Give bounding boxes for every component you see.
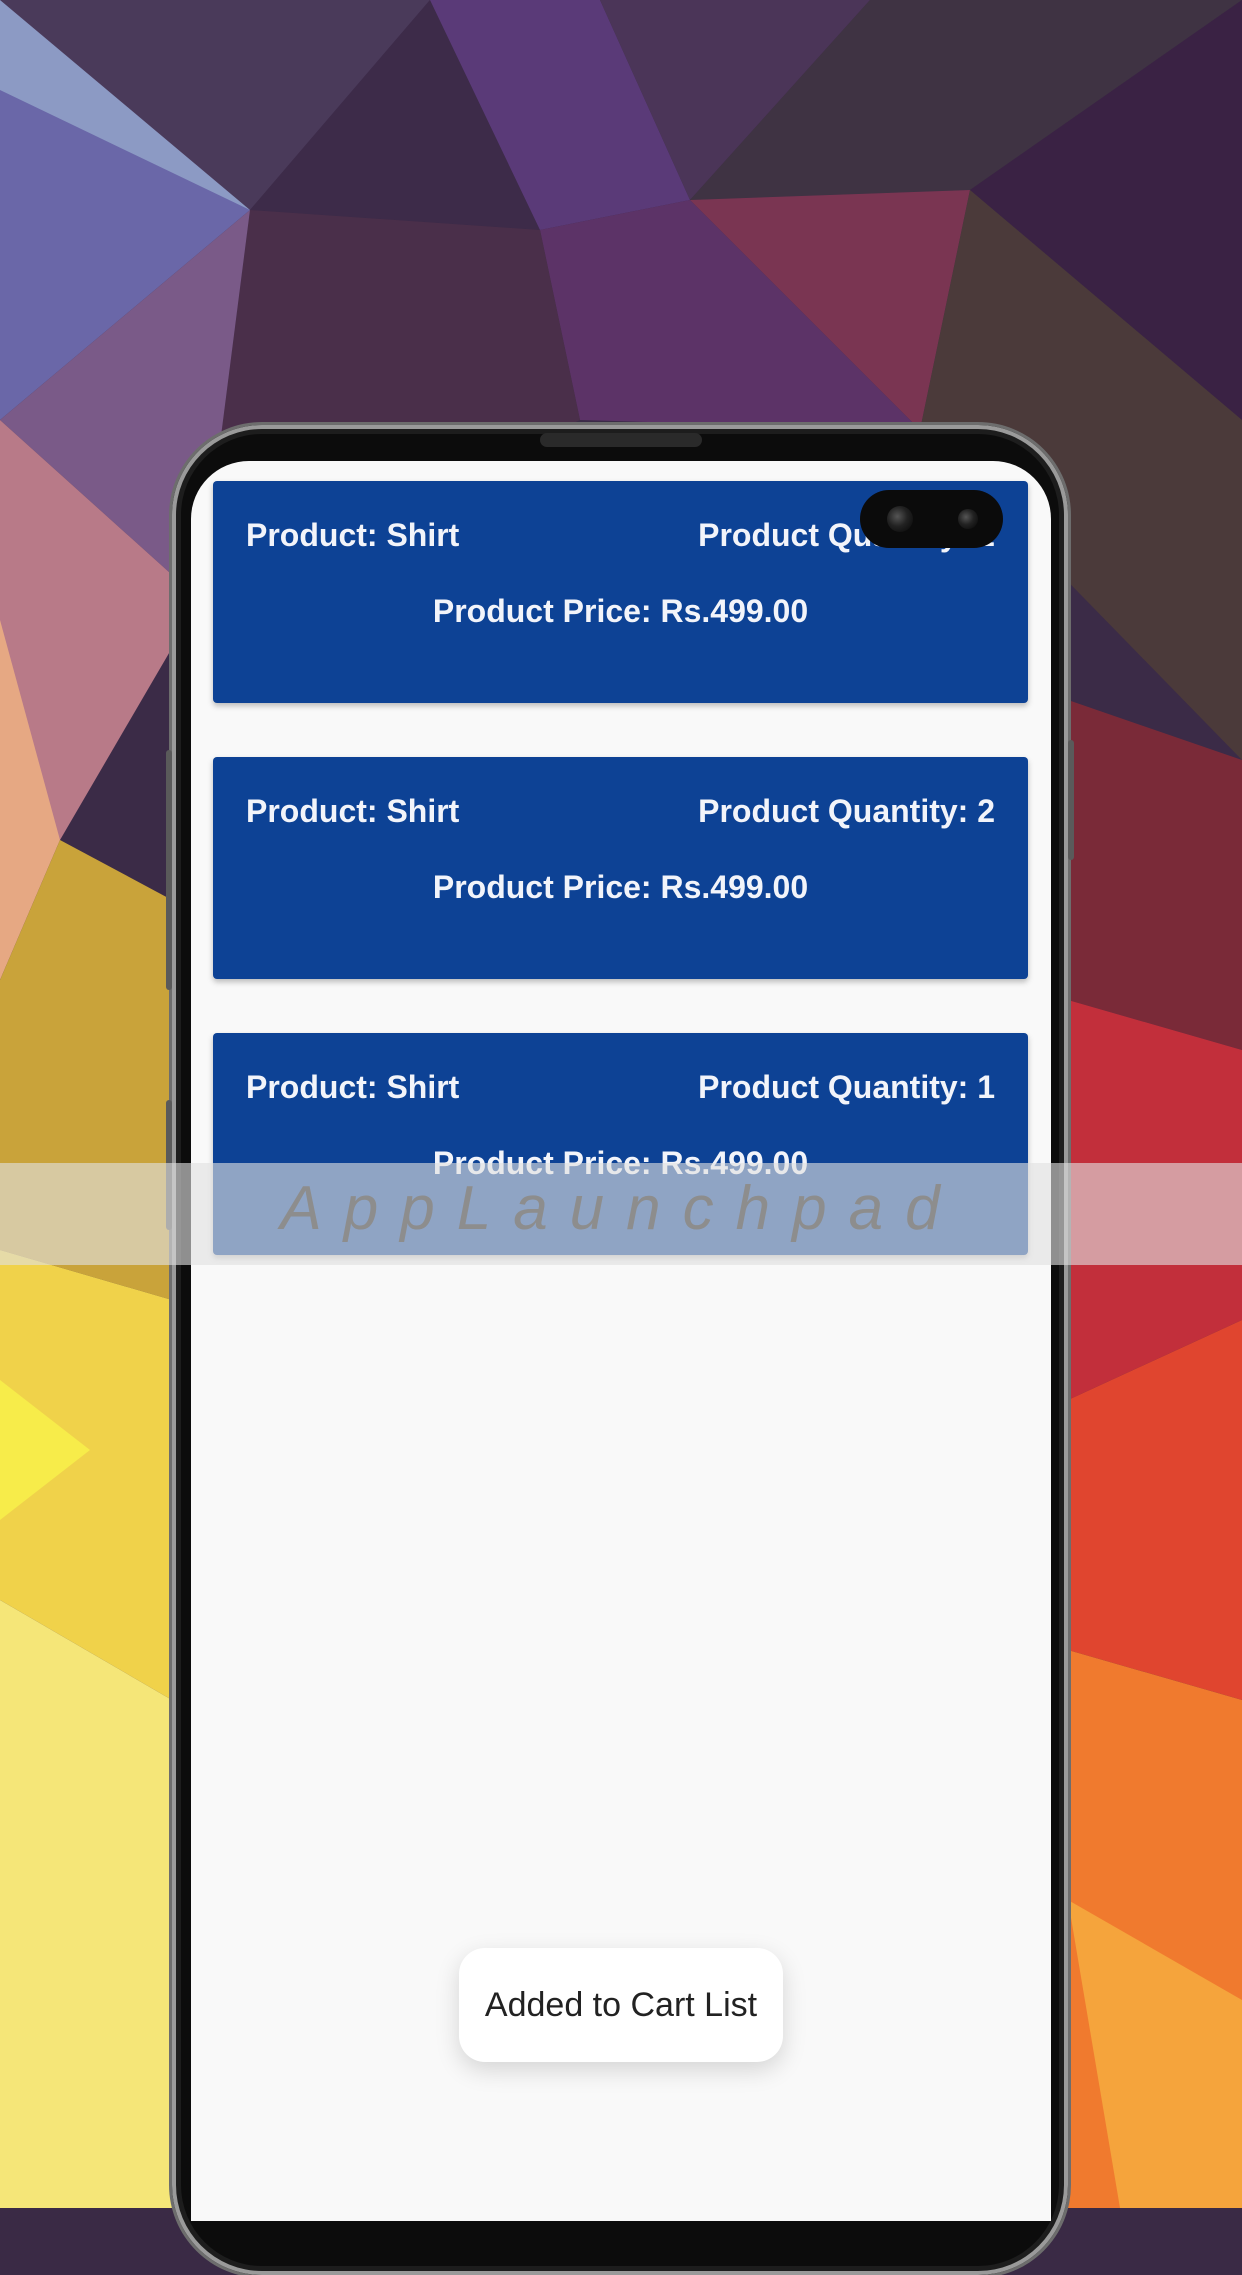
earpiece-speaker: [540, 433, 702, 447]
front-camera-cutout: [860, 490, 1003, 548]
toast-message: Added to Cart List: [459, 1948, 783, 2062]
watermark-text: AppLaunchpad: [280, 1174, 962, 1243]
product-quantity: Product Quantity: 1: [698, 1069, 995, 1105]
cart-item-card[interactable]: Product: Shirt Product Quantity: 2 Produ…: [213, 757, 1028, 979]
power-button: [1068, 740, 1074, 860]
volume-button: [166, 750, 172, 990]
product-price: Product Price: Rs.499.00: [432, 869, 809, 905]
camera-lens-icon: [887, 506, 913, 532]
product-price: Product Price: Rs.499.00: [432, 593, 809, 629]
product-name: Product: Shirt: [246, 793, 460, 829]
product-quantity: Product Quantity: 2: [698, 793, 995, 829]
product-name: Product: Shirt: [246, 1069, 460, 1105]
product-name: Product: Shirt: [246, 517, 460, 553]
watermark-banner: AppLaunchpad: [0, 1163, 1242, 1265]
camera-lens-icon: [958, 509, 978, 529]
